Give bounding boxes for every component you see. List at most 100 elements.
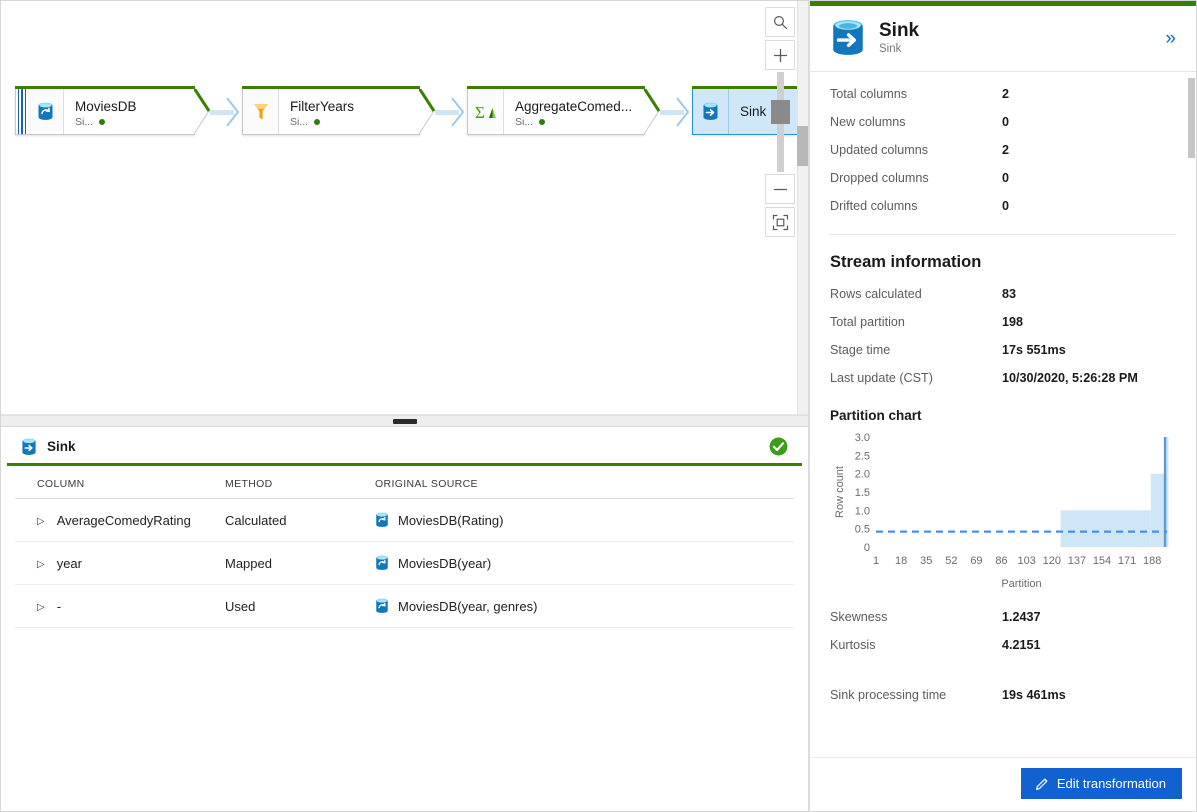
data-flow-debug-window: MoviesDB Si... FilterYears Si... Σ Aggre…: [0, 0, 1197, 812]
zoom-in-plus-icon[interactable]: [765, 40, 795, 70]
double-chevron-right-icon[interactable]: »: [1161, 27, 1180, 50]
stat-value: 0: [1002, 115, 1010, 129]
svg-text:0.5: 0.5: [855, 524, 870, 536]
table-row[interactable]: ▷ - Used MoviesDB(year, genres): [15, 584, 794, 628]
stream-stats-group: Rows calculated 83 Total partition 198 S…: [830, 280, 1176, 392]
svg-text:18: 18: [895, 555, 907, 567]
data-flow-canvas[interactable]: MoviesDB Si... FilterYears Si... Σ Aggre…: [1, 1, 808, 415]
inspect-table-wrap: COLUMN METHOD ORIGINAL SOURCE ▷ AverageCo…: [1, 466, 808, 628]
cell-column: AverageComedyRating: [56, 512, 191, 528]
node-tail: [644, 89, 660, 135]
node-subtitle-text: Si...: [515, 115, 534, 128]
stat-value: 0: [1002, 199, 1010, 213]
partition-chart: 0 0.5 1.0 1.5 2.0 2.5 3.0 Row count 1 18 35 52 69 86 1…: [830, 429, 1175, 589]
column-header-original-source: ORIGINAL SOURCE: [375, 466, 794, 499]
inspect-table: COLUMN METHOD ORIGINAL SOURCE ▷ AverageCo…: [15, 466, 794, 628]
pencil-icon: [1035, 777, 1049, 791]
stat-label: Kurtosis: [830, 638, 876, 652]
node-body: MoviesDB Si...: [64, 89, 149, 134]
node-subtitle-text: Si...: [75, 115, 94, 128]
stat-value: 2: [1002, 143, 1010, 157]
sink-database-icon: [830, 19, 866, 57]
panel-title: Sink: [879, 19, 920, 41]
expand-triangle-icon[interactable]: ▷: [37, 516, 45, 527]
canvas-vertical-scroll-track[interactable]: [797, 1, 808, 414]
stat-value: 10/30/2020, 5:26:28 PM: [1002, 371, 1138, 385]
node-title: AggregateComed...: [515, 98, 632, 114]
cell-original-source: MoviesDB(year, genres): [398, 598, 538, 614]
expand-triangle-icon[interactable]: ▷: [37, 602, 45, 613]
stat-label: Sink processing time: [830, 688, 947, 702]
svg-text:0: 0: [864, 542, 870, 554]
svg-text:2.5: 2.5: [855, 450, 870, 462]
svg-text:69: 69: [970, 555, 982, 567]
stat-label: Stage time: [830, 343, 891, 357]
panel-scrollbar[interactable]: [1188, 78, 1195, 158]
canvas-vertical-scrollbar-thumb[interactable]: [797, 126, 808, 166]
stat-value: 0: [1002, 171, 1010, 185]
node-title: Sink: [740, 103, 767, 119]
cell-column: -: [56, 598, 62, 614]
search-icon[interactable]: [765, 7, 795, 37]
stat-row: Kurtosis 4.2151: [830, 631, 1176, 659]
table-row[interactable]: ▷ AverageComedyRating Calculated MoviesD…: [15, 498, 794, 542]
stat-value: 83: [1002, 287, 1017, 301]
pane-splitter[interactable]: [1, 415, 808, 427]
node-tail: [419, 89, 435, 135]
zoom-slider[interactable]: [770, 72, 790, 172]
connector-source-to-filter: [210, 89, 242, 135]
node-subtitle: Si...: [290, 115, 354, 129]
panel-content: Total columns 2 New columns 0 Updated co…: [810, 72, 1196, 757]
stat-label: Rows calculated: [830, 287, 922, 301]
panel-header: Sink Sink »: [810, 6, 1196, 72]
distribution-stats-group: Skewness 1.2437 Kurtosis 4.2151: [830, 603, 1176, 659]
expand-triangle-icon[interactable]: ▷: [37, 559, 45, 570]
zoom-out-minus-icon[interactable]: [765, 174, 795, 204]
graph-node-aggregate[interactable]: Σ AggregateComed... Si...: [467, 86, 645, 135]
splitter-grip[interactable]: [392, 418, 417, 424]
stat-label: Drifted columns: [830, 199, 918, 213]
node-subtitle: Si...: [75, 115, 137, 129]
svg-text:1.5: 1.5: [855, 487, 870, 499]
edit-transformation-label: Edit transformation: [1056, 776, 1166, 791]
svg-text:35: 35: [920, 555, 932, 567]
data-flow-graph: MoviesDB Si... FilterYears Si... Σ Aggre…: [15, 86, 808, 135]
column-header-column: COLUMN: [15, 466, 225, 499]
table-header-row: COLUMN METHOD ORIGINAL SOURCE: [15, 466, 794, 499]
node-body: AggregateComed... Si...: [504, 89, 644, 134]
edit-transformation-button[interactable]: Edit transformation: [1020, 768, 1182, 799]
zoom-slider-thumb[interactable]: [770, 100, 790, 124]
fit-screen-icon[interactable]: [765, 207, 795, 237]
table-row[interactable]: ▷ year Mapped MoviesDB(year): [15, 541, 794, 585]
graph-node-filter[interactable]: FilterYears Si...: [242, 86, 420, 135]
stat-value: 198: [1002, 315, 1024, 329]
stat-row: Total columns 2: [830, 80, 1176, 108]
sink-database-icon: [21, 438, 37, 456]
panel-subtitle: Sink: [879, 42, 902, 55]
svg-text:188: 188: [1143, 555, 1161, 567]
svg-text:137: 137: [1068, 555, 1086, 567]
cell-column: year: [56, 555, 82, 571]
inspect-header: Sink: [7, 427, 802, 466]
stat-value: 17s 551ms: [1002, 343, 1066, 357]
divider: [830, 234, 1176, 235]
node-status-dot: [99, 118, 106, 125]
node-status-dot: [539, 118, 546, 125]
node-subtitle-text: Si...: [290, 115, 309, 128]
left-pane: MoviesDB Si... FilterYears Si... Σ Aggre…: [1, 1, 809, 811]
connector-aggregate-to-sink: [660, 89, 692, 135]
source-database-icon: [375, 598, 389, 614]
stat-value: 19s 461ms: [1002, 688, 1066, 702]
stat-row: Total partition 198: [830, 308, 1176, 336]
svg-text:86: 86: [995, 555, 1007, 567]
graph-node-source[interactable]: MoviesDB Si...: [15, 86, 195, 135]
stat-row: Rows calculated 83: [830, 280, 1176, 308]
node-title: FilterYears: [290, 98, 355, 114]
column-stats-group: Total columns 2 New columns 0 Updated co…: [830, 72, 1176, 220]
stat-label: Last update (CST): [830, 371, 933, 385]
panel-header-text: Sink Sink: [879, 20, 1161, 57]
cell-original-source: MoviesDB(year): [398, 555, 492, 571]
svg-text:Row count: Row count: [834, 466, 846, 518]
svg-text:120: 120: [1043, 555, 1061, 567]
node-selection-accent: [16, 89, 28, 134]
